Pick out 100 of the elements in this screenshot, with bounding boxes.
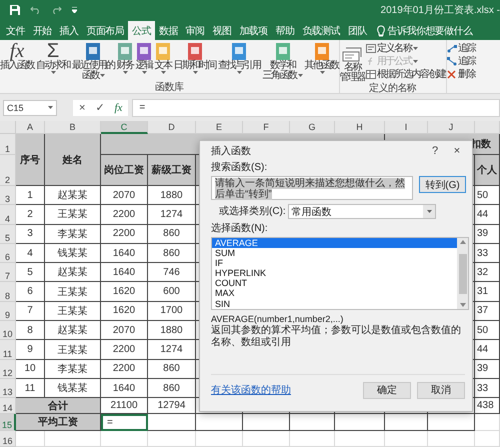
column-header-cell: 序号 xyxy=(16,134,45,186)
name-box[interactable]: C15 xyxy=(3,100,57,116)
ribbon-command[interactable]: 追踪 xyxy=(446,55,476,67)
row-header[interactable]: 9 xyxy=(0,302,16,322)
row-header[interactable]: 2 xyxy=(0,155,16,186)
table-cell: 3 xyxy=(16,224,45,244)
row-header[interactable]: 7 xyxy=(0,263,16,282)
column-header-cell: 个人 xyxy=(475,155,500,186)
dialog-button[interactable]: 确定 xyxy=(363,382,411,398)
go-button[interactable]: 转到(G) xyxy=(419,176,466,193)
table-cell: 赵某某 xyxy=(45,263,101,282)
ribbon-command[interactable]: 文本 xyxy=(154,40,172,82)
help-button[interactable]: ? xyxy=(424,145,446,157)
table-cell: 860 xyxy=(148,378,196,398)
table-cell: 5 xyxy=(16,263,45,282)
ribbon-command[interactable]: 逻辑 xyxy=(136,40,152,82)
table-cell: 33 xyxy=(475,244,500,264)
ribbon-command[interactable]: 根据所选内容创建 xyxy=(366,68,446,80)
column-header[interactable]: G xyxy=(290,121,335,134)
list-item[interactable]: IF xyxy=(212,258,457,268)
ribbon-tab[interactable]: 帮助 xyxy=(272,21,298,40)
sum-icon: Σ xyxy=(46,42,60,61)
row-header[interactable]: 6 xyxy=(0,244,16,264)
row-header[interactable]: 11 xyxy=(0,340,16,360)
column-header[interactable]: C xyxy=(101,121,148,134)
ribbon-command[interactable]: 财务 xyxy=(116,40,134,82)
function-icon: fx xyxy=(10,42,24,61)
ribbon-tab[interactable]: 负载测试 xyxy=(298,21,344,40)
row-header[interactable]: 13 xyxy=(0,378,16,398)
ribbon-command[interactable]: 删除 xyxy=(446,68,476,80)
column-header[interactable]: E xyxy=(196,121,243,134)
close-button[interactable]: × xyxy=(446,145,468,157)
table-cell: 44 xyxy=(475,340,500,360)
table-cell: 2200 xyxy=(101,224,148,244)
window-title: 2019年01月份工资表.xlsx - xyxy=(380,4,500,16)
column-header[interactable]: F xyxy=(243,121,290,134)
ribbon-command[interactable]: 追踪 xyxy=(446,42,476,54)
table-cell: 2200 xyxy=(101,340,148,360)
cancel-button[interactable]: × xyxy=(79,102,86,114)
ribbon-tab[interactable]: 文件 xyxy=(2,21,29,40)
group-label: 函数库 xyxy=(154,82,185,93)
row-header[interactable]: 14 xyxy=(0,398,16,414)
ribbon-command[interactable]: 定义名称 xyxy=(366,42,446,54)
row-header[interactable]: 12 xyxy=(0,360,16,379)
column-header[interactable]: I xyxy=(385,121,428,134)
column-header-cell: 岗位工资 xyxy=(101,155,148,186)
ribbon-tab[interactable]: 数据 xyxy=(154,21,182,40)
ribbon-tab[interactable]: 审阅 xyxy=(182,21,208,40)
row-header[interactable]: 10 xyxy=(0,321,16,340)
ribbon-command[interactable]: 数学和 三角函数 xyxy=(262,40,302,82)
list-item[interactable]: HYPERLINK xyxy=(212,268,457,278)
column-header[interactable]: H xyxy=(335,121,385,134)
column-header[interactable]: B xyxy=(45,121,101,134)
field-label: 或选择类别(C): xyxy=(219,205,286,218)
help-link[interactable]: 有关该函数的帮助 xyxy=(211,383,291,397)
ribbon-tab[interactable]: 页面布局 xyxy=(82,21,128,40)
ribbon-command[interactable]: 最近使用的 函数 xyxy=(72,40,114,82)
column-header[interactable]: J xyxy=(428,121,475,134)
ribbon-command[interactable]: Σ 自动求和 xyxy=(36,40,70,82)
ribbon-command[interactable]: 日期和时间 xyxy=(174,40,216,82)
table-cell: 4 xyxy=(16,244,45,264)
table-cell: 赵某某 xyxy=(45,321,101,340)
table-cell: 860 xyxy=(148,244,196,264)
tell-me-field[interactable]: 告诉我你想要做什么 xyxy=(388,24,472,38)
row-header[interactable]: 15 xyxy=(0,414,16,432)
ribbon-tab[interactable]: 视图 xyxy=(208,21,236,40)
table-cell: 1620 xyxy=(101,302,148,322)
ribbon-command[interactable]: fx 插入函数 xyxy=(0,40,34,82)
list-item[interactable]: SIN xyxy=(212,298,457,309)
dialog-button[interactable]: 取消 xyxy=(417,382,465,398)
search-field[interactable]: 请输入一条简短说明来描述您想做什么，然后单击“转到” xyxy=(211,176,413,200)
row-header[interactable]: 5 xyxy=(0,224,16,244)
row-header[interactable]: 8 xyxy=(0,282,16,302)
insert-function-button[interactable]: fx xyxy=(114,102,122,114)
ribbon-tab[interactable]: 加载项 xyxy=(235,21,272,40)
ribbon-tab[interactable]: 团队 xyxy=(344,21,371,40)
enter-button[interactable]: ✓ xyxy=(95,101,104,114)
table-cell: 39 xyxy=(475,360,500,379)
row-header[interactable]: 3 xyxy=(0,186,16,206)
ribbon-tab[interactable]: 开始 xyxy=(28,21,56,40)
table-cell[interactable]: = xyxy=(101,414,148,432)
row-header[interactable]: 16 xyxy=(0,431,16,447)
column-header[interactable]: A xyxy=(16,121,45,134)
ribbon-command[interactable]: 其他函数 xyxy=(304,40,338,82)
table-cell: 1620 xyxy=(101,282,148,302)
row-header[interactable]: 4 xyxy=(0,205,16,225)
ribbon-tab[interactable]: 公式 xyxy=(128,21,155,40)
function-list[interactable]: AVERAGE SUM IF HYPERLINK COUNT MAX SIN xyxy=(211,237,469,310)
name-manager-button[interactable]: 名称 管理器 xyxy=(340,42,365,83)
list-item[interactable]: SUM xyxy=(212,248,457,258)
row-header[interactable]: 1 xyxy=(0,134,16,155)
table-cell: 9 xyxy=(16,340,45,360)
category-dropdown[interactable]: 常用函数 xyxy=(288,204,436,219)
column-header[interactable]: D xyxy=(148,121,196,134)
formula-field[interactable]: = xyxy=(132,98,500,116)
ribbon-command[interactable]: 查找与引用 xyxy=(218,40,260,82)
list-item[interactable]: MAX xyxy=(212,288,457,299)
ribbon-tab[interactable]: 插入 xyxy=(56,21,82,40)
list-item[interactable]: AVERAGE xyxy=(212,238,457,248)
list-item[interactable]: COUNT xyxy=(212,278,457,288)
